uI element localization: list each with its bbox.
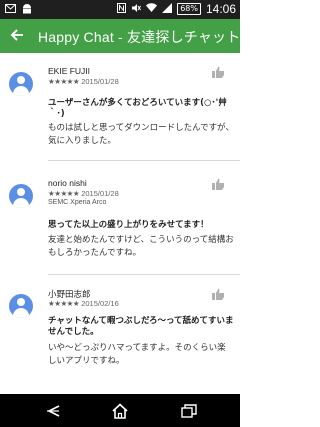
mute-icon <box>131 3 142 16</box>
star-rating: ★★★★★ <box>48 189 80 198</box>
navigation-bar <box>0 394 240 427</box>
thumbs-up-button[interactable] <box>212 66 226 80</box>
review-date: 2015/01/28 <box>81 77 119 86</box>
thumbs-up-icon <box>212 66 224 78</box>
back-button[interactable] <box>6 25 28 47</box>
nav-home-button[interactable] <box>111 402 129 420</box>
status-right-icons: 68% 14:06 <box>117 2 236 16</box>
review-meta: ★★★★★ 2015/01/28 <box>48 189 119 198</box>
review-body: ものは試しと思ってダウンロードしたんですが、気に入りました。 <box>48 123 234 146</box>
review-title: 思ってた以上の盛り上がりをみせてます！ <box>48 220 209 230</box>
reviewer-device: SEMC Xperia Arco <box>48 199 107 206</box>
review-divider <box>48 160 240 161</box>
thumbs-up-icon <box>212 178 224 190</box>
arrow-left-icon <box>10 27 24 46</box>
back-triangle-icon <box>47 405 60 417</box>
review-body: いや〜どっぷりハマってますよ。そのくらい楽しいアプリですね。 <box>48 343 226 366</box>
thumbs-up-button[interactable] <box>212 178 226 192</box>
status-left-icons <box>5 3 32 17</box>
review-date: 2015/02/16 <box>81 299 119 308</box>
recents-icon <box>181 404 197 418</box>
android-icon <box>22 3 32 17</box>
star-rating: ★★★★★ <box>48 77 80 86</box>
review-meta: ★★★★★ 2015/02/16 <box>48 299 119 308</box>
avatar <box>9 72 33 96</box>
thumbs-up-icon <box>212 288 224 300</box>
mail-icon <box>5 4 16 16</box>
review-title: ユーザーさんが多くておどろいています(○･'艸｀･) <box>48 98 227 119</box>
app-bar: Happy Chat - 友達探しチャット <box>0 19 240 53</box>
avatar <box>9 294 33 318</box>
wifi-icon <box>146 3 158 15</box>
avatar <box>9 184 33 208</box>
status-time: 14:06 <box>205 2 236 16</box>
battery-icon: 68% <box>177 3 201 15</box>
reviewer-name: norio nishi <box>48 178 87 188</box>
app-title: Happy Chat - 友達探しチャット <box>38 29 238 45</box>
review-body: 友達と始めたんですけど、こういうのって結構おもしろかったんですね。 <box>48 235 234 258</box>
review-divider <box>48 274 240 275</box>
nav-back-button[interactable] <box>44 402 62 420</box>
reviewer-name: EKIE FUJII <box>48 66 91 76</box>
status-bar: 68% 14:06 <box>0 0 240 19</box>
signal-icon <box>162 2 173 16</box>
star-rating: ★★★★★ <box>48 299 80 308</box>
nfc-icon <box>117 2 127 16</box>
review-date: 2015/01/28 <box>81 189 119 198</box>
nav-recents-button[interactable] <box>180 402 198 420</box>
review-meta: ★★★★★ 2015/01/28 <box>48 77 119 86</box>
review-title: チャットなんて暇つぶしだろ〜って舐めてすいませんでした。 <box>48 316 234 337</box>
home-icon <box>112 403 128 419</box>
thumbs-up-button[interactable] <box>212 288 226 302</box>
